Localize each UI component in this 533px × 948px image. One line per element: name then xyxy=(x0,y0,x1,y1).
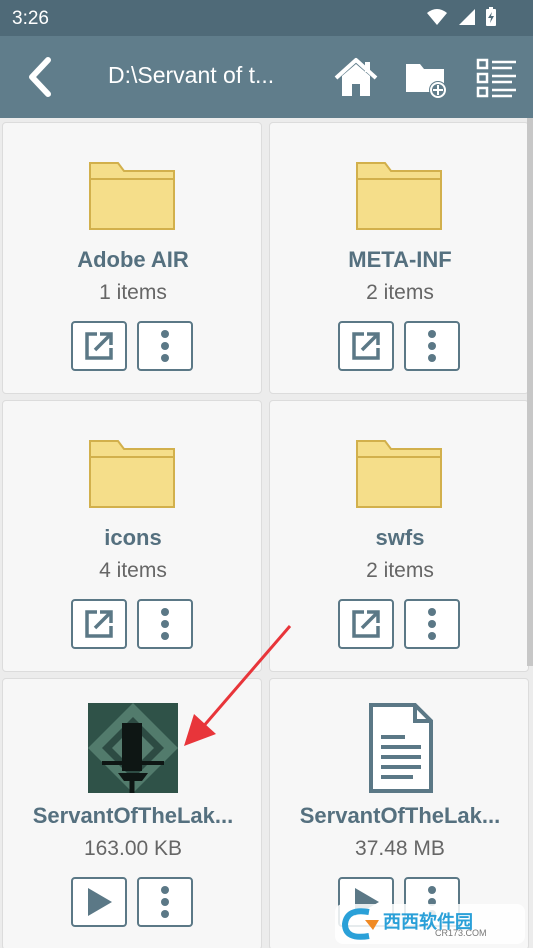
file-meta: 1 items xyxy=(99,281,167,304)
new-folder-button[interactable] xyxy=(402,54,450,102)
document-icon xyxy=(369,703,433,793)
more-vert-icon xyxy=(428,330,436,362)
open-external-icon xyxy=(85,332,113,360)
open-button[interactable] xyxy=(71,599,127,649)
open-external-icon xyxy=(352,610,380,638)
file-name: icons xyxy=(104,525,162,550)
path-title: D:\Servant of t... xyxy=(108,62,275,88)
more-options-button[interactable] xyxy=(137,321,193,371)
file-card[interactable]: swfs 2 items xyxy=(269,400,529,672)
file-card[interactable]: META-INF 2 items xyxy=(269,122,529,394)
status-time: 3:26 xyxy=(12,8,49,29)
back-button[interactable] xyxy=(18,54,64,100)
watermark: 西西软件园 CR173.COM xyxy=(335,904,525,944)
view-list-icon xyxy=(476,58,516,98)
file-meta: 4 items xyxy=(99,559,167,582)
more-vert-icon xyxy=(428,608,436,640)
home-button[interactable] xyxy=(332,54,380,102)
folder-icon xyxy=(89,162,175,230)
chevron-left-icon xyxy=(29,57,51,97)
more-options-button[interactable] xyxy=(137,877,193,927)
app-image-thumbnail xyxy=(88,703,178,793)
file-card[interactable]: icons 4 items xyxy=(2,400,262,672)
file-card[interactable]: Adobe AIR 1 items xyxy=(2,122,262,394)
battery-icon xyxy=(486,7,496,26)
file-name: Adobe AIR xyxy=(77,247,189,272)
folder-icon xyxy=(89,440,175,508)
file-grid: Adobe AIR 1 items META-INF 2 items icons… xyxy=(0,118,533,948)
more-options-button[interactable] xyxy=(404,321,460,371)
file-meta: 37.48 MB xyxy=(355,837,445,860)
file-name: ServantOfTheLak... xyxy=(299,803,501,828)
view-mode-button[interactable] xyxy=(472,54,520,102)
more-vert-icon xyxy=(161,886,169,918)
file-name: META-INF xyxy=(348,247,452,272)
file-meta: 2 items xyxy=(366,559,434,582)
file-meta: 2 items xyxy=(366,281,434,304)
watermark-subtext: CR173.COM xyxy=(435,928,487,938)
play-button[interactable] xyxy=(71,877,127,927)
more-vert-icon xyxy=(161,608,169,640)
file-meta: 163.00 KB xyxy=(83,837,183,860)
file-card[interactable]: ServantOfTheLak... 163.00 KB xyxy=(2,678,262,948)
open-external-icon xyxy=(352,332,380,360)
status-bar: 3:26 xyxy=(0,0,533,36)
app-bar: D:\Servant of t... xyxy=(0,36,533,118)
file-name: swfs xyxy=(375,525,425,550)
status-icons xyxy=(422,7,497,27)
file-name: ServantOfTheLak... xyxy=(32,803,234,828)
new-folder-icon xyxy=(406,64,447,99)
signal-icon xyxy=(458,9,475,25)
play-icon xyxy=(88,888,112,916)
open-external-icon xyxy=(85,610,113,638)
more-options-button[interactable] xyxy=(137,599,193,649)
home-icon xyxy=(334,58,378,96)
watermark-logo-icon xyxy=(341,908,379,940)
more-options-button[interactable] xyxy=(404,599,460,649)
open-button[interactable] xyxy=(71,321,127,371)
more-vert-icon xyxy=(161,330,169,362)
folder-icon xyxy=(356,440,442,508)
wifi-icon xyxy=(427,9,448,25)
folder-icon xyxy=(356,162,442,230)
open-button[interactable] xyxy=(338,321,394,371)
open-button[interactable] xyxy=(338,599,394,649)
scrollbar[interactable] xyxy=(527,118,533,666)
